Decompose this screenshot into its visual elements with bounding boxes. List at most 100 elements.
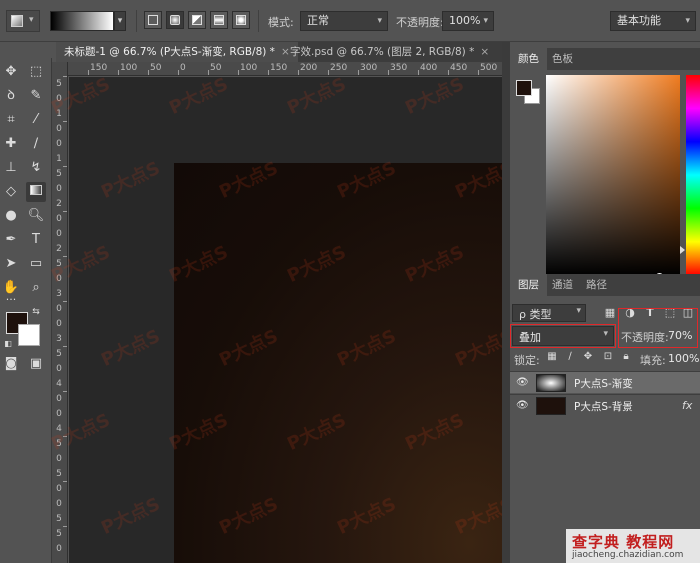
diamond-gradient-button[interactable] [232, 11, 250, 29]
fill-value[interactable]: 100% [668, 352, 699, 365]
quick-select-tool-icon[interactable]: ✎ [26, 86, 46, 106]
layer-row[interactable]: 👁︎ P大点S-背景 fx [510, 394, 700, 416]
lock-image-icon[interactable]: ∕ [564, 351, 576, 363]
ruler-label: 0 [56, 139, 62, 149]
ruler-label: 5 [56, 169, 62, 179]
right-panels: 颜色 色板 图层 通道 路径 ρ 类型 ▾ ▦ ◑ T ⬚ ◫ 叠加 ▾ 不透明… [510, 42, 700, 563]
ruler-label: 0 [56, 124, 62, 134]
tool-preset-picker[interactable]: ▾ [6, 10, 40, 32]
marquee-tool-icon[interactable]: ⬚ [26, 62, 46, 82]
chevron-down-icon: ▾ [576, 306, 581, 316]
horizontal-ruler: 1501005005010015020025030035040045050055… [68, 62, 502, 76]
eyedropper-tool-icon[interactable]: ⁄ [26, 110, 46, 130]
default-colors-icon[interactable]: ◧ [2, 338, 14, 350]
linear-gradient-icon [148, 15, 158, 25]
layer-name[interactable]: P大点S-背景 [574, 399, 633, 414]
zoom-tool-icon[interactable]: ⌕ [26, 278, 46, 298]
linear-gradient-button[interactable] [144, 11, 162, 29]
layer-effects-badge[interactable]: fx [682, 399, 692, 412]
dodge-tool-icon[interactable]: 🔍︎ [26, 206, 46, 226]
ruler-label: 0 [56, 304, 62, 314]
ruler-label: 2 [56, 199, 62, 209]
chevron-down-icon: ▾ [483, 16, 488, 26]
gradient-tool-icon[interactable] [26, 182, 46, 202]
ruler-tick [178, 70, 179, 75]
lock-transparent-icon[interactable]: ▦ [546, 351, 558, 363]
ruler-label: 0 [56, 364, 62, 374]
tab-color[interactable]: 颜色 [510, 48, 547, 70]
lock-all-icon[interactable]: 🔒︎ [620, 351, 632, 363]
vertical-ruler: 50100150200250300350400450500550 [52, 62, 68, 563]
swap-colors-icon[interactable]: ⇆ [30, 306, 42, 318]
divider [136, 10, 137, 32]
more-tools-icon[interactable]: ··· [1, 290, 21, 310]
gradient-dropdown-button[interactable]: ▾ [114, 11, 126, 31]
angle-gradient-button[interactable] [188, 11, 206, 29]
tab-channels[interactable]: 通道 [544, 274, 581, 296]
shape-tool-icon[interactable]: ▭ [26, 254, 46, 274]
quick-mask-icon[interactable]: ◙ [1, 354, 21, 374]
layer-name[interactable]: P大点S-渐变 [574, 376, 633, 391]
lock-artboard-icon[interactable]: ⊡ [602, 351, 614, 363]
site-watermark-url: jiaocheng.chazidian.com [572, 550, 684, 560]
layer-kind-filter[interactable]: ρ 类型 ▾ [512, 304, 586, 322]
pen-tool-icon[interactable]: ✒ [1, 230, 21, 250]
hue-slider[interactable] [686, 75, 700, 275]
crop-tool-icon[interactable]: ⌗ [1, 110, 21, 130]
canvas-workspace[interactable]: P大点S P大点S P大点S P大点S P大点S P大点S P大点S P大点S P大点S P大点S… [48, 74, 517, 563]
ruler-label: 0 [180, 63, 186, 73]
color-panel-tabs: 颜色 色板 [510, 48, 700, 70]
layers-panel-tabs: 图层 通道 路径 [510, 274, 700, 296]
screen-mode-icon[interactable]: ▣ [26, 354, 46, 374]
blur-tool-icon[interactable]: ● [1, 206, 21, 226]
eraser-tool-icon[interactable]: ◇ [1, 182, 21, 202]
tab-untitled-1[interactable]: 未标题-1 @ 66.7% (P大点S-渐变, RGB/8) * × [56, 42, 298, 62]
tab-swatches[interactable]: 色板 [544, 48, 581, 70]
healing-brush-tool-icon[interactable]: ✚ [1, 134, 21, 154]
pixel-filter-icon[interactable]: ▦ [602, 305, 618, 321]
move-tool-icon[interactable]: ✥ [1, 62, 21, 82]
ruler-label: 350 [390, 63, 408, 73]
color-saturation-field[interactable] [546, 75, 680, 282]
ruler-tick [63, 481, 67, 482]
chevron-down-icon: ▾ [685, 16, 690, 26]
watermark-text: P大点S [98, 325, 164, 372]
ruler-tick [388, 70, 389, 75]
tab-ziyao-psd[interactable]: 字效.psd @ 66.7% (图层 2, RGB/8) * × [282, 42, 497, 62]
brush-tool-icon[interactable]: ∕ [26, 134, 46, 154]
type-tool-icon[interactable]: T [26, 230, 46, 250]
ruler-label: 0 [56, 319, 62, 329]
path-select-tool-icon[interactable]: ➤ [1, 254, 21, 274]
mode-select[interactable]: 正常 ▾ [300, 11, 388, 31]
background-color-swatch[interactable] [18, 324, 40, 346]
chevron-down-icon: ▾ [377, 16, 382, 26]
eye-icon[interactable]: 👁︎ [516, 377, 529, 389]
ruler-label: 0 [56, 229, 62, 239]
clone-stamp-tool-icon[interactable]: ⊥ [1, 158, 21, 178]
ruler-label: 2 [56, 244, 62, 254]
site-watermark-title: 查字典 教程网 [572, 533, 675, 551]
tab-paths[interactable]: 路径 [578, 274, 615, 296]
lock-position-icon[interactable]: ✥ [582, 351, 594, 363]
eye-icon[interactable]: 👁︎ [516, 400, 529, 412]
tab-label: 字效.psd @ 66.7% (图层 2, RGB/8) * [290, 46, 475, 58]
site-watermark: 查字典 教程网 jiaocheng.chazidian.com [566, 529, 700, 563]
hue-slider-marker[interactable] [680, 246, 685, 254]
tab-layers[interactable]: 图层 [510, 274, 547, 296]
ruler-label: 300 [360, 63, 378, 73]
opacity-value: 100% [449, 14, 481, 27]
history-brush-tool-icon[interactable]: ↯ [26, 158, 46, 178]
opacity-input[interactable]: 100% ▾ [442, 11, 494, 31]
ruler-tick [63, 211, 67, 212]
foreground-color-swatch[interactable] [516, 80, 532, 96]
fill-label: 填充: [640, 354, 666, 367]
reflected-gradient-button[interactable] [210, 11, 228, 29]
lasso-tool-icon[interactable]: ꝺ [1, 86, 21, 106]
close-icon[interactable]: × [480, 46, 489, 58]
ruler-tick [478, 70, 479, 75]
radial-gradient-button[interactable] [166, 11, 184, 29]
layer-row[interactable]: 👁︎ P大点S-渐变 [510, 371, 700, 393]
gradient-preview[interactable] [50, 11, 114, 31]
workspace-select[interactable]: 基本功能 ▾ [610, 11, 696, 31]
document-tabs: 未标题-1 @ 66.7% (P大点S-渐变, RGB/8) * × 字效.psd… [56, 42, 502, 62]
